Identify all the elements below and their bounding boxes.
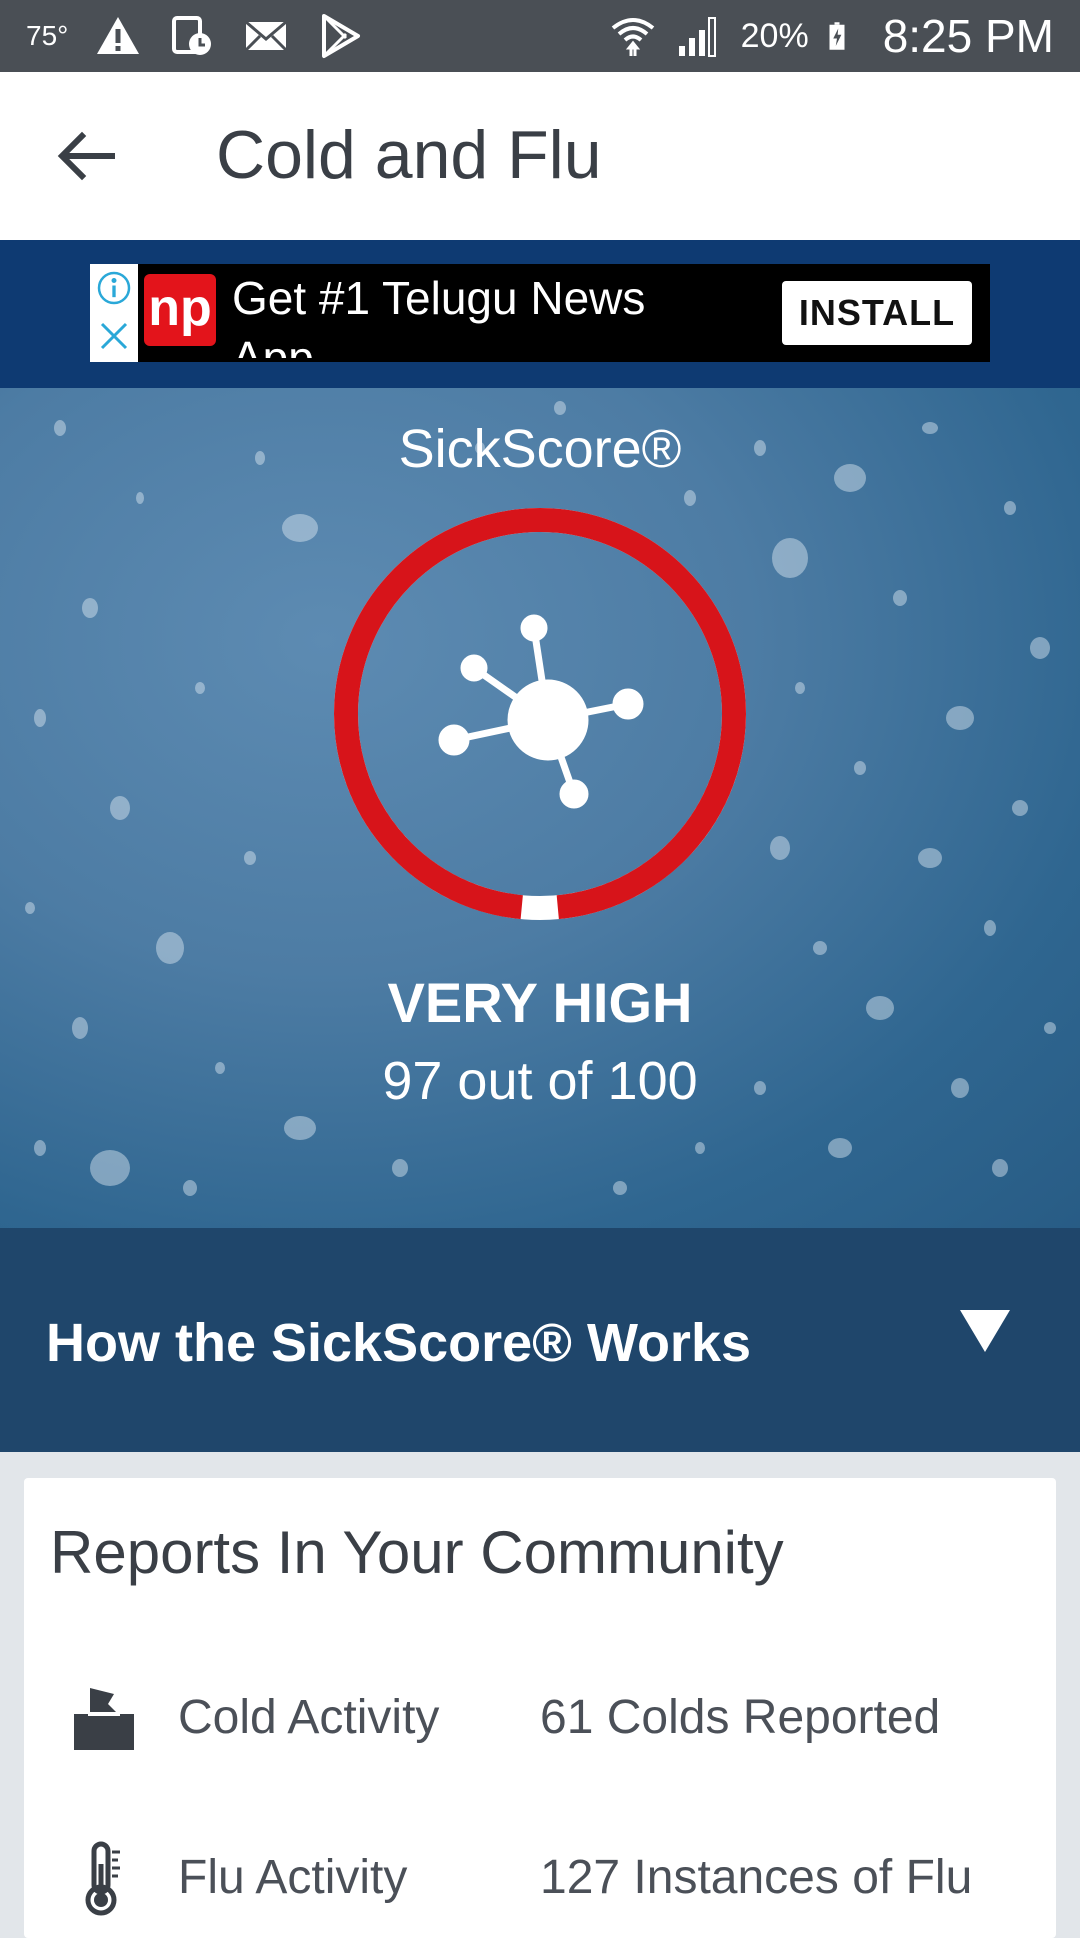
- report-value: 127 Instances of Flu: [540, 1851, 973, 1904]
- sickscore-panel: SickScore® VERY HIGH 97 out of 100: [0, 388, 1080, 1228]
- close-icon[interactable]: [96, 318, 132, 354]
- reports-title: Reports In Your Community: [50, 1519, 784, 1586]
- arrow-left-icon[interactable]: [52, 122, 120, 190]
- temperature: 75°: [26, 20, 69, 51]
- clock: 8:25 PM: [882, 10, 1054, 62]
- calendar-clock-icon: [172, 16, 212, 55]
- ad-unit[interactable]: np Get #1 Telugu News App INSTALL: [90, 264, 990, 362]
- app-bar: Cold and Flu: [0, 72, 1080, 240]
- reports-card: Reports In Your Community Cold Activity …: [24, 1478, 1056, 1938]
- battery-percent: 20%: [740, 16, 809, 55]
- sickscore-value: 97 out of 100: [382, 1051, 698, 1111]
- report-row-cold: Cold Activity 61 Colds Reported: [24, 1668, 1056, 1768]
- mail-icon: [245, 20, 288, 52]
- info-icon[interactable]: [94, 268, 134, 308]
- ad-text[interactable]: Get #1 Telugu News App: [232, 268, 712, 358]
- thermometer-icon: [85, 1841, 120, 1916]
- status-bar: 75° 20% 8:25 PM: [0, 0, 1080, 72]
- virus-icon: [438, 614, 644, 809]
- how-sickscore-works-toggle[interactable]: How the SickScore® Works: [0, 1228, 1080, 1452]
- sickscore-label: SickScore®: [398, 419, 682, 479]
- report-value: 61 Colds Reported: [540, 1691, 941, 1744]
- alert-icon: [97, 17, 140, 54]
- ad-logo: np: [144, 274, 216, 346]
- install-button[interactable]: INSTALL: [782, 281, 972, 345]
- sickscore-gauge: [334, 508, 746, 920]
- report-row-flu: Flu Activity 127 Instances of Flu: [24, 1828, 1056, 1928]
- report-label: Cold Activity: [178, 1691, 440, 1744]
- signal-icon: [678, 17, 716, 57]
- wifi-icon: [611, 18, 654, 56]
- page-title: Cold and Flu: [216, 117, 602, 193]
- tissue-box-icon: [74, 1688, 134, 1750]
- sickscore-level: VERY HIGH: [387, 971, 693, 1034]
- triangle-down-icon[interactable]: [958, 1308, 1012, 1354]
- how-sickscore-works-label: How the SickScore® Works: [46, 1313, 752, 1373]
- play-store-icon: [322, 14, 361, 58]
- report-label: Flu Activity: [178, 1851, 408, 1904]
- ad-choices[interactable]: [90, 264, 138, 362]
- battery-charging-icon: [829, 22, 845, 50]
- ad-banner: np Get #1 Telugu News App INSTALL: [0, 240, 1080, 388]
